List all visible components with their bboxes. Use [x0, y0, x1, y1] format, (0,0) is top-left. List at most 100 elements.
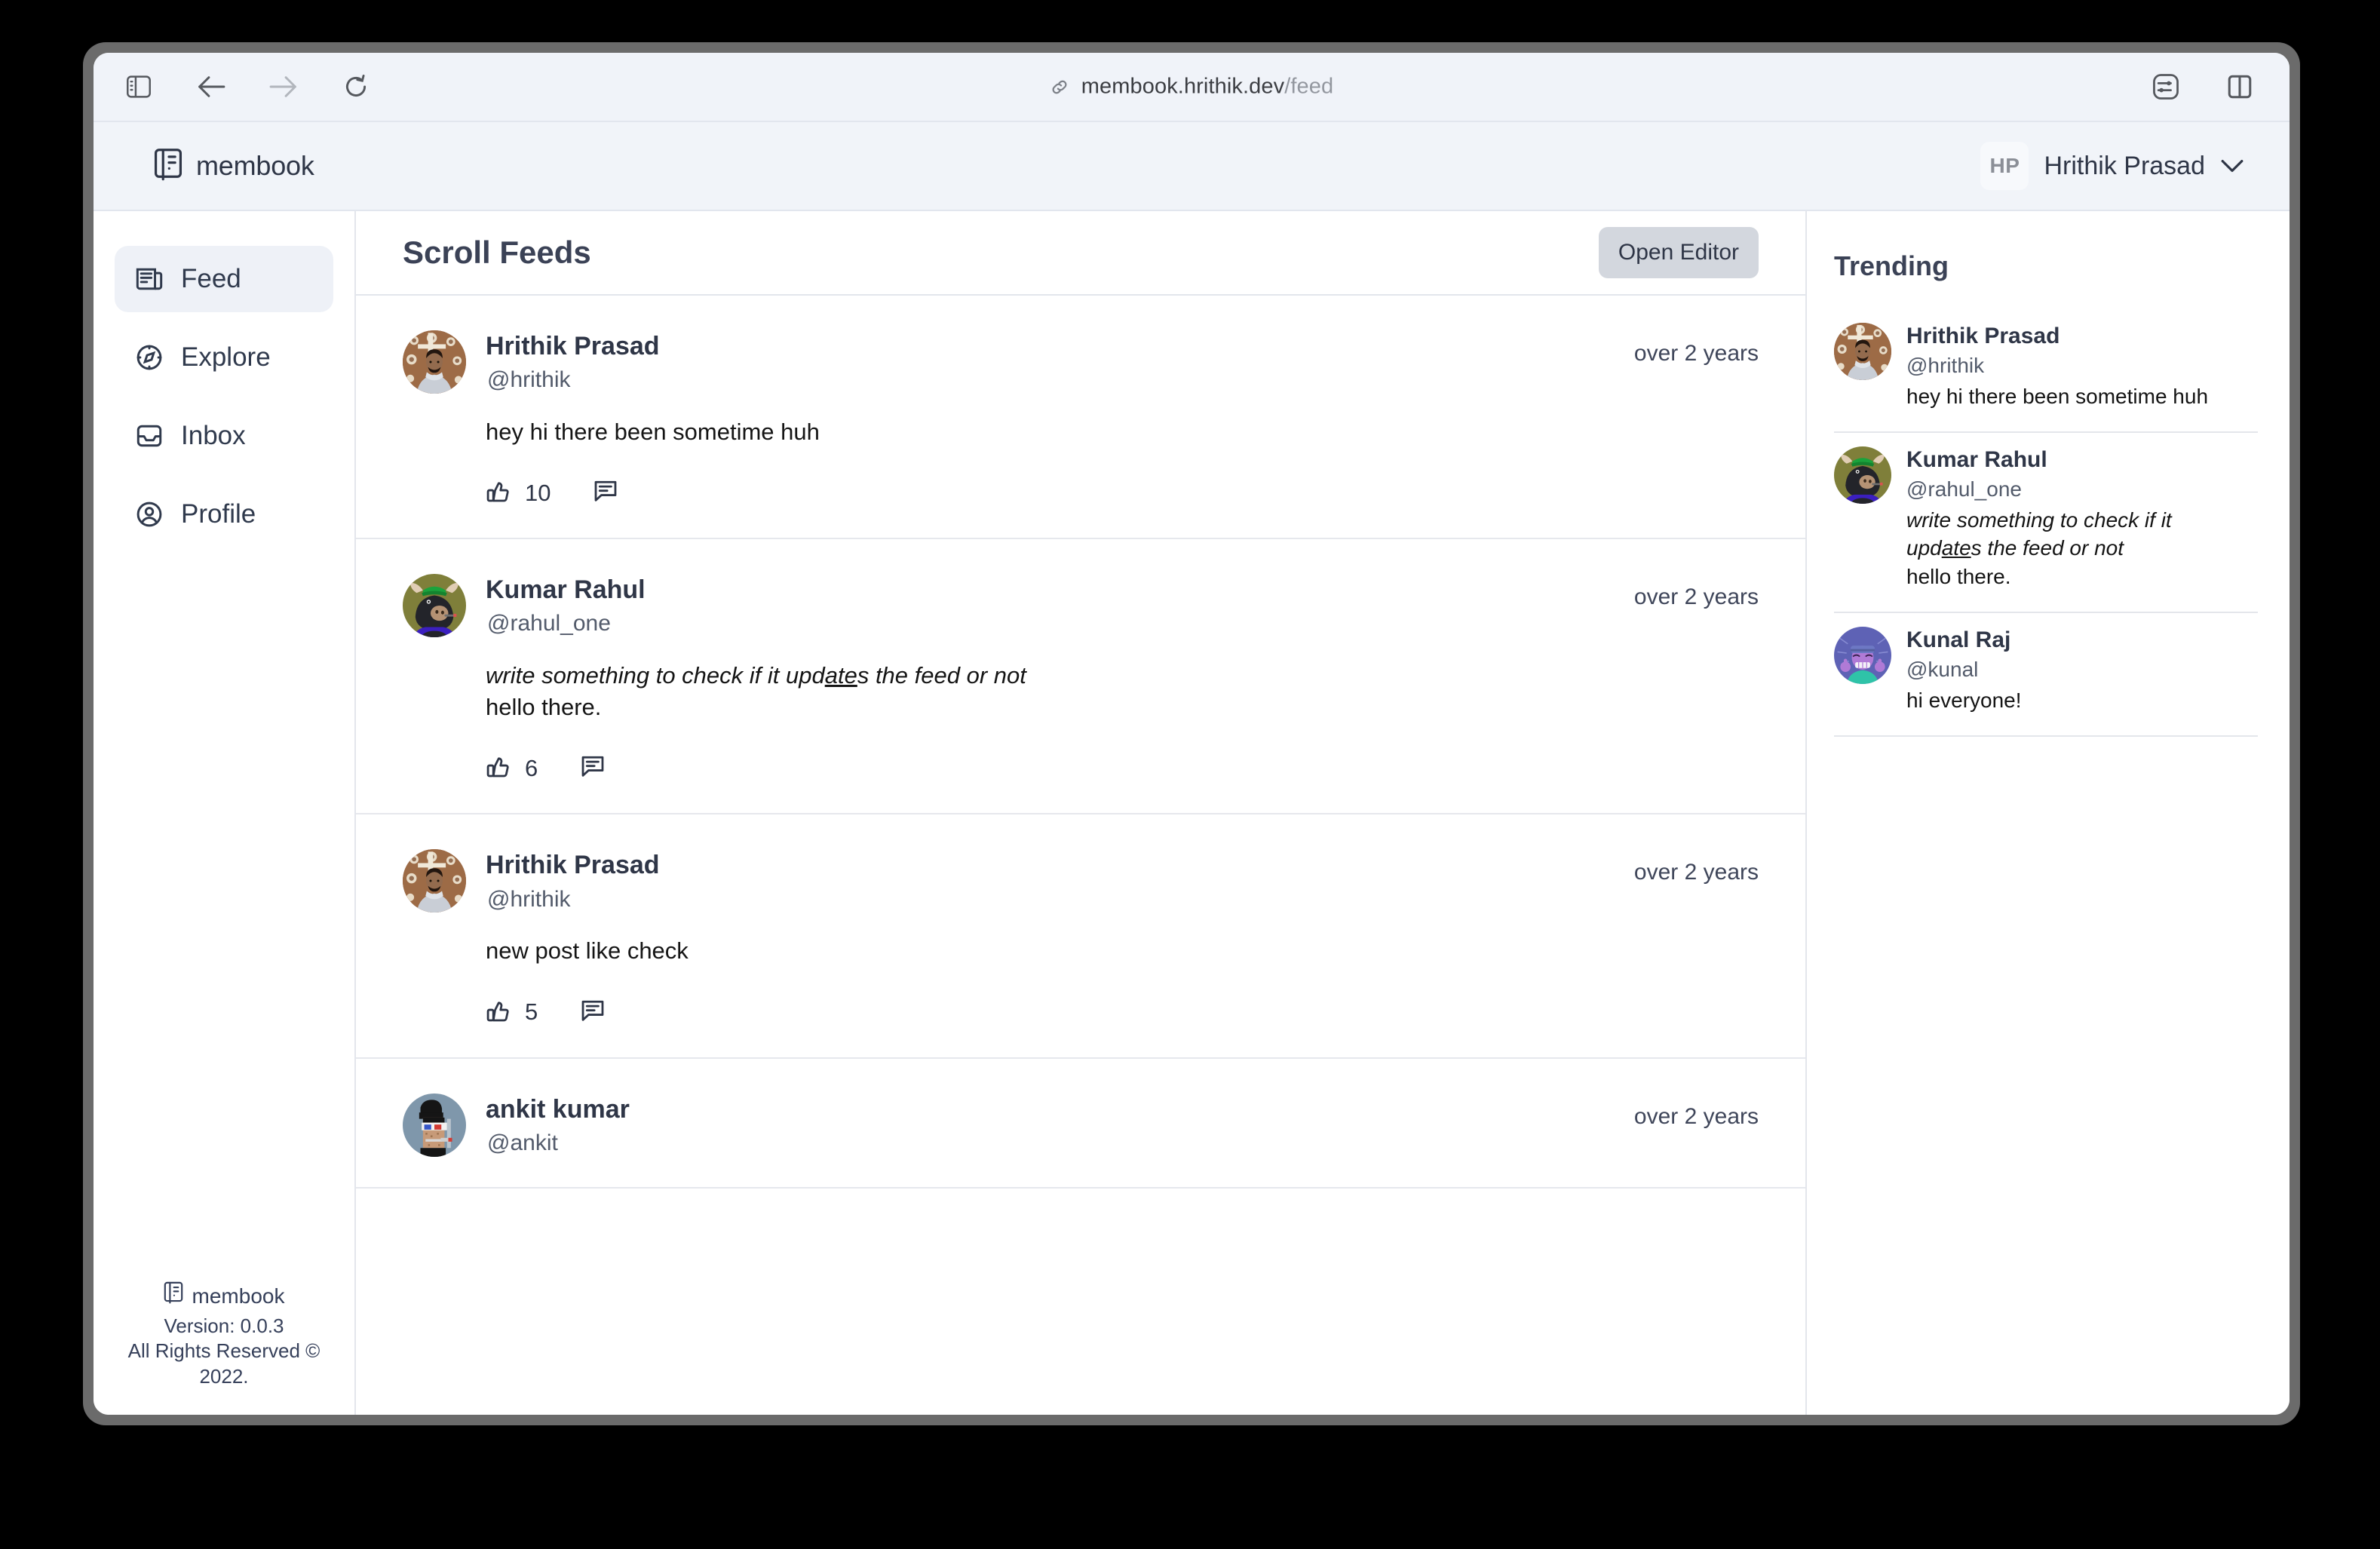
like-button[interactable]: 10 — [486, 478, 551, 508]
comment-bubble-icon — [580, 998, 606, 1027]
sidebar-item-explore[interactable]: Explore — [115, 324, 333, 391]
forward-arrow-icon — [264, 67, 303, 106]
browser-nav-controls — [119, 67, 376, 106]
post-author-name[interactable]: Hrithik Prasad — [486, 332, 1634, 361]
post-timestamp: over 2 years — [1633, 584, 1759, 610]
user-circle-icon — [134, 501, 164, 528]
avatar[interactable] — [403, 330, 466, 394]
open-editor-button[interactable]: Open Editor — [1598, 227, 1759, 278]
trending-item-body: Hrithik Prasad @hrithik hey hi there bee… — [1906, 323, 2258, 410]
avatar[interactable] — [403, 1094, 466, 1157]
post-header: Hrithik Prasad @hrithik over 2 years — [403, 330, 1759, 394]
post-author-handle[interactable]: @ankit — [487, 1130, 1634, 1156]
link-icon — [1050, 77, 1069, 97]
sidebar-item-label: Feed — [181, 264, 241, 293]
avatar[interactable] — [403, 849, 466, 913]
trending-item-handle: @hrithik — [1906, 354, 1985, 377]
trending-item-text: hey hi there been sometime huh — [1906, 385, 2209, 408]
address-bar-text: membook.hrithik.dev/feed — [1081, 75, 1333, 100]
url-host: membook.hrithik.dev — [1081, 74, 1285, 99]
trending-item-text: hi everyone! — [1906, 688, 2022, 712]
like-count: 10 — [525, 479, 551, 506]
reader-settings-icon[interactable] — [2146, 67, 2185, 106]
post-author-name[interactable]: Kumar Rahul — [486, 575, 1634, 605]
sidebar-toggle-icon[interactable] — [119, 67, 158, 106]
post-author: Kumar Rahul @rahul_one — [486, 574, 1634, 636]
footer-brand-name: membook — [192, 1284, 285, 1308]
post: Hrithik Prasad @hrithik over 2 years new… — [356, 814, 1805, 1059]
comment-button[interactable] — [580, 998, 606, 1027]
avatar — [1834, 323, 1891, 380]
comment-button[interactable] — [593, 478, 618, 508]
trending-item-handle: @rahul_one — [1906, 477, 2022, 502]
trending-item-body: Kunal Raj @kunal hi everyone! — [1906, 627, 2258, 714]
post: ankit kumar @ankit over 2 years — [356, 1059, 1805, 1189]
post-actions: 5 — [486, 998, 1759, 1027]
post-author-handle[interactable]: @rahul_one — [487, 611, 1634, 636]
like-button[interactable]: 6 — [486, 753, 538, 783]
trending-text-segment: upd — [1906, 536, 1942, 560]
browser-toolbar: membook.hrithik.dev/feed — [94, 53, 2290, 122]
like-button[interactable]: 5 — [486, 998, 538, 1027]
user-menu[interactable]: HP Hrithik Prasad — [1980, 142, 2244, 190]
post-author-handle[interactable]: @hrithik — [487, 367, 1634, 393]
sidebar-item-label: Explore — [181, 342, 271, 372]
sidebar-footer: membook Version: 0.0.3 All Rights Reserv… — [115, 1281, 333, 1415]
post-header: Kumar Rahul @rahul_one over 2 years — [403, 574, 1759, 637]
avatar[interactable] — [403, 574, 466, 637]
like-count: 6 — [525, 754, 538, 781]
post-timestamp: over 2 years — [1633, 341, 1759, 366]
comment-bubble-icon — [580, 753, 606, 783]
sidebar-item-feed[interactable]: Feed — [115, 246, 333, 312]
inbox-icon — [134, 422, 164, 449]
url-path: /feed — [1284, 74, 1334, 99]
chevron-down-icon — [2220, 158, 2244, 173]
brand-logo[interactable]: membook — [154, 148, 314, 185]
footer-version: Version: 0.0.3 — [164, 1314, 284, 1338]
browser-toolbar-actions — [2146, 67, 2259, 106]
post-timestamp: over 2 years — [1633, 860, 1759, 885]
post-header: Hrithik Prasad @hrithik over 2 years — [403, 849, 1759, 913]
trending-item-body: Kumar Rahul @rahul_one write something t… — [1906, 446, 2258, 590]
post-body-segment-underlined: ate — [824, 662, 857, 689]
post-actions: 6 — [486, 753, 1759, 783]
trending-text-line: hello there. — [1906, 564, 2011, 588]
page-title: Scroll Feeds — [403, 235, 591, 270]
trending-item[interactable]: Hrithik Prasad @hrithik hey hi there bee… — [1834, 309, 2258, 434]
trending-item[interactable]: Kunal Raj @kunal hi everyone! — [1834, 613, 2258, 738]
feed-column: Scroll Feeds Open Editor Hrithik Prasad … — [356, 211, 1807, 1415]
trending-text-segment-underlined: ate — [1941, 536, 1971, 560]
split-view-icon[interactable] — [2220, 67, 2259, 106]
post-body: write something to check if it updates t… — [486, 660, 1759, 723]
post-body-segment: s the feed or not — [857, 662, 1026, 689]
post: Hrithik Prasad @hrithik over 2 years hey… — [356, 296, 1805, 540]
post-author: Hrithik Prasad @hrithik — [486, 849, 1634, 912]
trending-item-name: Kumar Rahul — [1906, 447, 2047, 473]
post-body-line: hello there. — [486, 694, 602, 721]
trending-item[interactable]: Kumar Rahul @rahul_one write something t… — [1834, 433, 2258, 613]
trending-item-text: write something to check if it updates t… — [1906, 506, 2258, 590]
membook-logo-icon — [164, 1281, 183, 1311]
trending-item-name: Kunal Raj — [1906, 627, 2011, 652]
thumbs-up-icon — [486, 998, 511, 1027]
address-bar[interactable]: membook.hrithik.dev/feed — [94, 75, 2290, 100]
app-header: membook HP Hrithik Prasad — [94, 122, 2290, 211]
thumbs-up-icon — [486, 753, 511, 783]
post-author-name[interactable]: Hrithik Prasad — [486, 851, 1634, 880]
back-arrow-icon[interactable] — [192, 67, 231, 106]
post-actions: 10 — [486, 478, 1759, 508]
reload-icon[interactable] — [336, 67, 376, 106]
compass-icon — [134, 344, 164, 371]
sidebar: Feed Explore Inbox Profile membook Versi… — [94, 211, 356, 1415]
feed-header: Scroll Feeds Open Editor — [356, 211, 1805, 296]
post-author-handle[interactable]: @hrithik — [487, 887, 1634, 913]
user-name: Hrithik Prasad — [2044, 151, 2205, 180]
browser-window-content: membook.hrithik.dev/feed membook HP Hrit… — [94, 53, 2290, 1415]
sidebar-item-inbox[interactable]: Inbox — [115, 403, 333, 469]
footer-rights: All Rights Reserved © 2022. — [127, 1339, 321, 1388]
trending-item-handle: @kunal — [1906, 657, 1979, 681]
sidebar-item-profile[interactable]: Profile — [115, 481, 333, 548]
sidebar-item-label: Profile — [181, 499, 256, 529]
comment-button[interactable] — [580, 753, 606, 783]
post-author-name[interactable]: ankit kumar — [486, 1095, 1634, 1124]
